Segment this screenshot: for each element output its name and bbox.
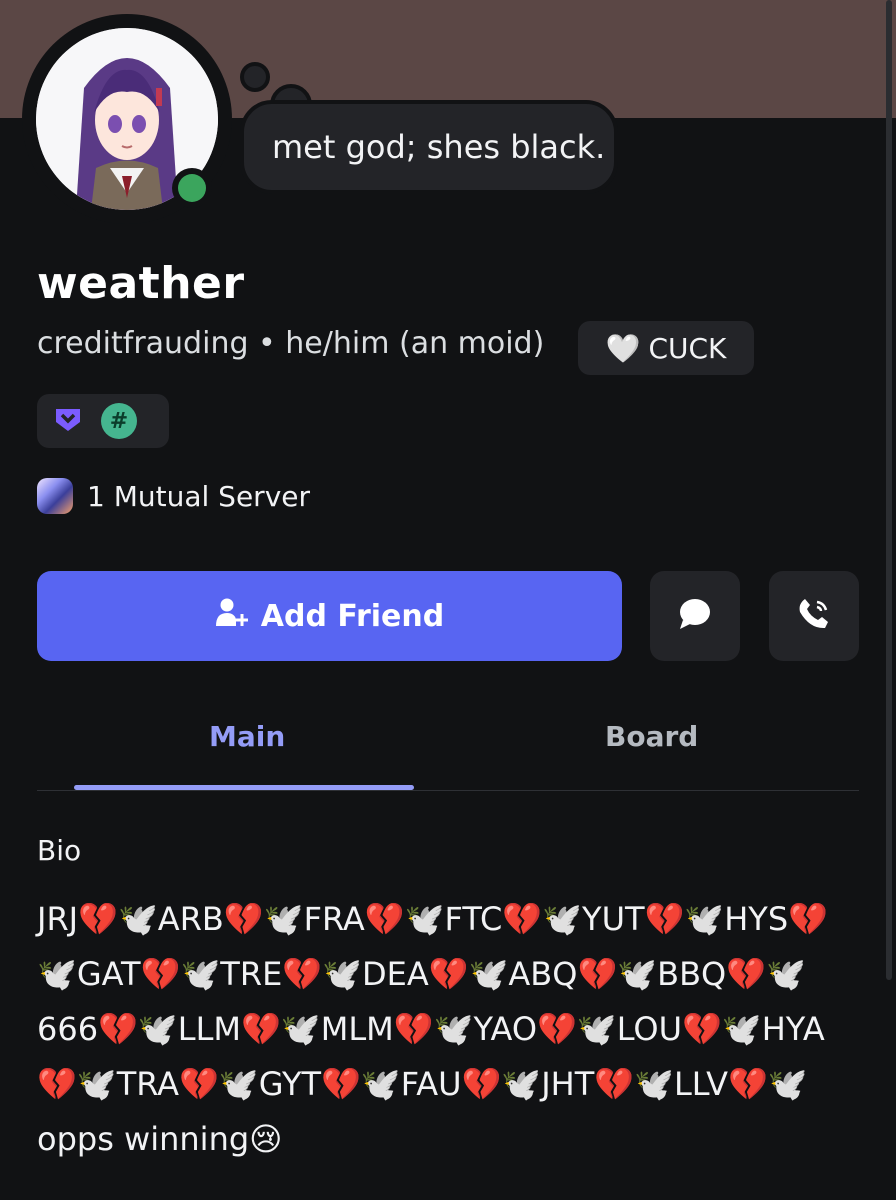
server-tag[interactable]: 🤍 CUCK bbox=[578, 321, 754, 375]
tab-main[interactable]: Main bbox=[209, 720, 285, 753]
separator: • bbox=[258, 326, 276, 361]
display-name: weather bbox=[37, 258, 245, 309]
chat-bubble-icon bbox=[678, 598, 712, 634]
add-friend-button[interactable]: Add Friend bbox=[37, 571, 622, 661]
username: creditfrauding bbox=[37, 326, 249, 361]
profile-tabs: Main Board bbox=[37, 700, 859, 790]
server-tag-label: CUCK bbox=[648, 331, 727, 365]
phone-call-icon bbox=[796, 596, 832, 636]
custom-status-text: met god; shes black. bbox=[272, 128, 606, 166]
tabs-divider bbox=[37, 790, 859, 791]
online-status-indicator bbox=[172, 168, 212, 208]
thought-bubble-dot bbox=[240, 62, 270, 92]
hypesquad-icon[interactable] bbox=[53, 404, 83, 438]
badge-list: # bbox=[37, 394, 169, 448]
white-heart-icon: 🤍 bbox=[605, 331, 641, 365]
bio-heading: Bio bbox=[37, 834, 82, 867]
hash-badge-icon[interactable]: # bbox=[101, 403, 137, 439]
mutual-servers-label: 1 Mutual Server bbox=[87, 479, 311, 513]
profile-subline: creditfrauding • he/him (an moid) bbox=[37, 326, 544, 361]
pronouns: he/him (an moid) bbox=[285, 326, 545, 361]
add-user-icon bbox=[215, 597, 249, 635]
scrollbar[interactable] bbox=[886, 0, 892, 980]
mutual-servers[interactable]: 1 Mutual Server bbox=[37, 478, 310, 514]
tab-board[interactable]: Board bbox=[605, 720, 698, 753]
message-button[interactable] bbox=[650, 571, 740, 661]
server-icon bbox=[37, 478, 73, 514]
call-button[interactable] bbox=[769, 571, 859, 661]
add-friend-label: Add Friend bbox=[260, 598, 445, 634]
custom-status-bubble[interactable]: met god; shes black. bbox=[240, 100, 618, 194]
bio-text: JRJ💔🕊️ARB💔🕊️FRA💔🕊️FTC💔🕊️YUT💔🕊️HYS💔🕊️GAT💔… bbox=[37, 900, 828, 1158]
